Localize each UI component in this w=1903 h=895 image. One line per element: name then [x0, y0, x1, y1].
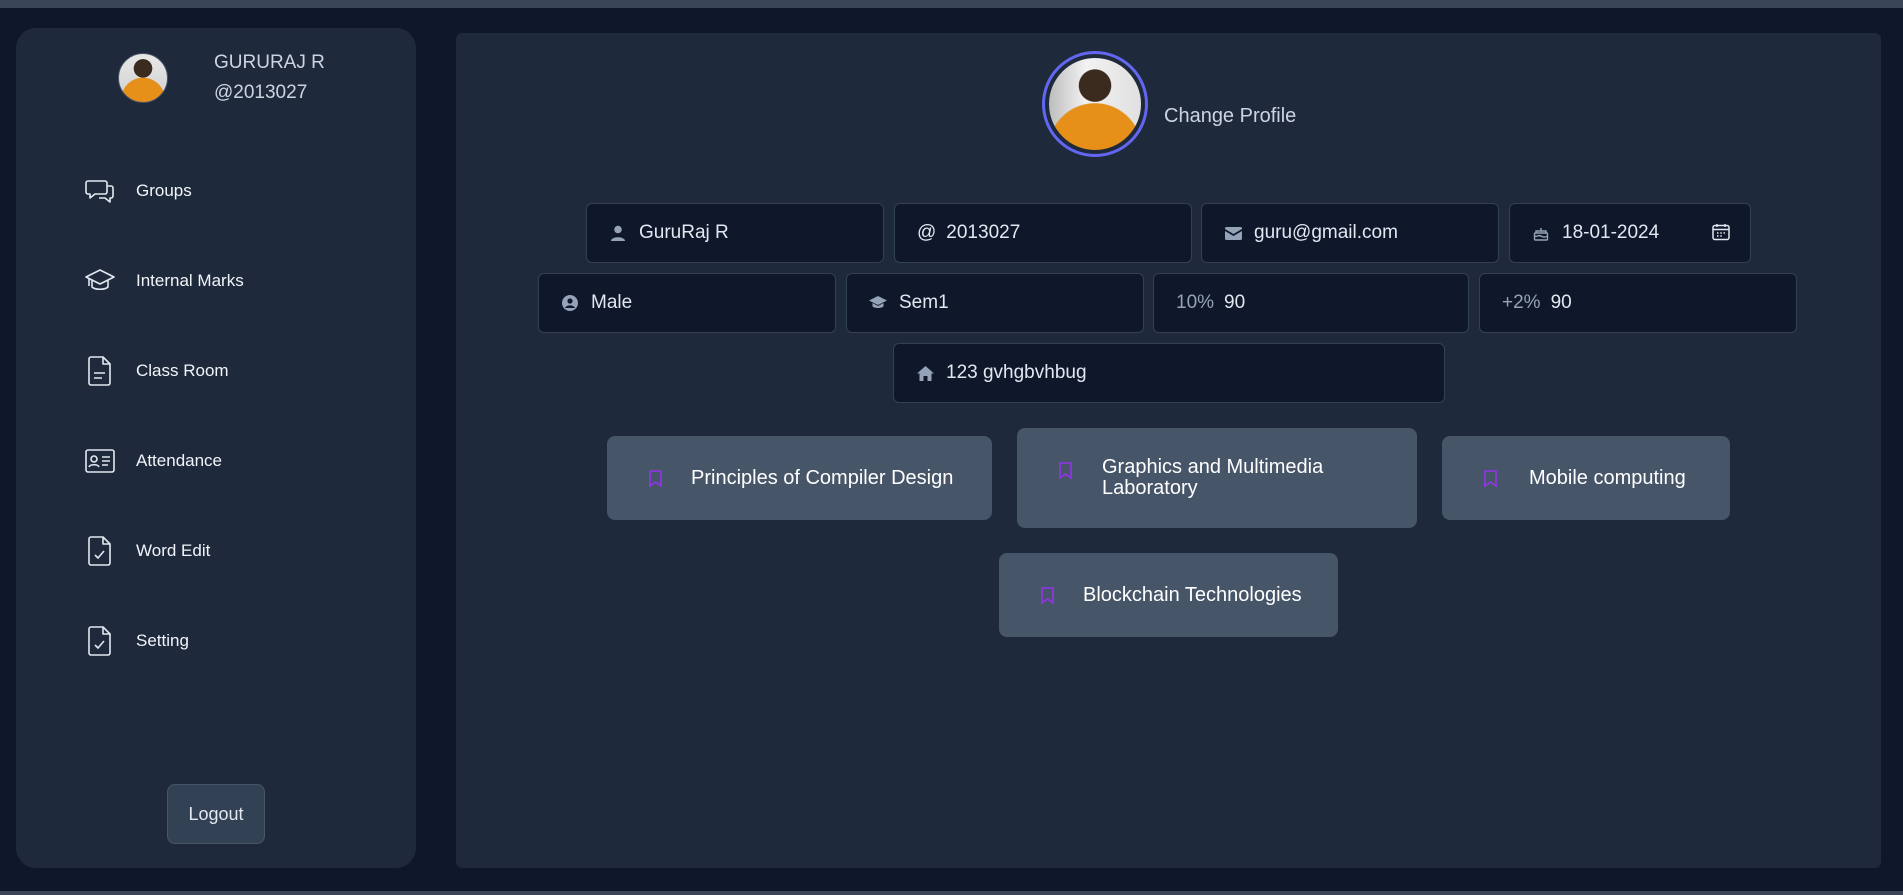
name-field[interactable]: GuruRaj R	[586, 203, 884, 263]
sidebar-item-attendance[interactable]: Attendance	[84, 441, 364, 481]
change-profile-link[interactable]: Change Profile	[1164, 105, 1296, 128]
username-field[interactable]: @ 2013027	[894, 203, 1192, 263]
tenth-prefix: 10%	[1176, 292, 1215, 313]
course-card[interactable]: Blockchain Technologies	[999, 553, 1338, 637]
bookmark-icon	[646, 469, 664, 487]
window-bottom-bar	[0, 891, 1903, 895]
user-circle-icon	[561, 294, 579, 312]
chat-bubbles-icon	[84, 175, 116, 207]
user-icon	[609, 224, 627, 242]
twelfth-prefix: +2%	[1502, 292, 1541, 313]
window-top-bar	[0, 0, 1903, 8]
sidebar-item-setting[interactable]: Setting	[84, 621, 364, 661]
sidebar-item-word-edit[interactable]: Word Edit	[84, 531, 364, 571]
address-field[interactable]: 123 gvhgbvhbug	[893, 343, 1445, 403]
course-title: Mobile computing	[1529, 466, 1686, 489]
sidebar-item-label: Attendance	[136, 451, 223, 470]
course-card[interactable]: Graphics and Multimedia Laboratory	[1017, 428, 1417, 528]
address-value: 123 gvhgbvhbug	[946, 362, 1087, 383]
id-card-icon	[84, 445, 116, 477]
name-value: GuruRaj R	[639, 222, 729, 243]
cake-icon	[1532, 224, 1550, 242]
dob-field[interactable]: 18-01-2024	[1509, 203, 1751, 263]
at-symbol: @	[917, 222, 937, 243]
profile-avatar[interactable]	[1042, 51, 1148, 157]
sidebar-item-internal-marks[interactable]: Internal Marks	[84, 261, 364, 301]
user-name: GURURAJ R	[214, 52, 325, 73]
profile-photo	[1049, 58, 1141, 150]
course-title: Principles of Compiler Design	[691, 466, 954, 489]
envelope-icon	[1224, 224, 1242, 242]
sidebar-item-label: Word Edit	[136, 541, 211, 560]
semester-value: Sem1	[899, 292, 949, 313]
semester-field[interactable]: Sem1	[846, 273, 1144, 333]
calendar-icon[interactable]	[1712, 223, 1730, 247]
tenth-score-field[interactable]: 10% 90	[1153, 273, 1469, 333]
user-handle: @2013027	[214, 82, 308, 103]
sidebar: GURURAJ R @2013027 Groups Internal Marks	[16, 28, 416, 868]
dob-value: 18-01-2024	[1562, 222, 1660, 243]
gender-value: Male	[591, 292, 633, 313]
tenth-score-value: 90	[1224, 292, 1246, 313]
file-check-icon	[84, 625, 116, 657]
sidebar-item-label: Class Room	[136, 361, 229, 380]
sidebar-item-label: Groups	[136, 181, 192, 200]
email-value: guru@gmail.com	[1254, 222, 1398, 243]
bookmark-icon	[1038, 586, 1056, 604]
file-check-icon	[84, 535, 116, 567]
sidebar-item-class-room[interactable]: Class Room	[84, 351, 364, 391]
username-value: 2013027	[946, 222, 1021, 243]
twelfth-score-value: 90	[1550, 292, 1572, 313]
course-title: Blockchain Technologies	[1083, 583, 1302, 606]
course-card[interactable]: Principles of Compiler Design	[607, 436, 992, 520]
gender-field[interactable]: Male	[538, 273, 836, 333]
document-icon	[84, 355, 116, 387]
course-card[interactable]: Mobile computing	[1442, 436, 1730, 520]
twelfth-score-field[interactable]: +2% 90	[1479, 273, 1797, 333]
bookmark-icon	[1056, 462, 1074, 479]
avatar[interactable]	[118, 53, 168, 103]
sidebar-item-groups[interactable]: Groups	[84, 171, 364, 211]
home-icon	[916, 364, 934, 382]
bookmark-icon	[1481, 469, 1499, 487]
graduation-cap-icon	[84, 265, 116, 297]
course-title: Graphics and Multimedia Laboratory	[1102, 456, 1324, 499]
logout-button[interactable]: Logout	[167, 784, 265, 844]
email-field[interactable]: guru@gmail.com	[1201, 203, 1499, 263]
sidebar-item-label: Setting	[136, 631, 189, 650]
sidebar-item-label: Internal Marks	[136, 271, 244, 290]
profile-panel: Change Profile GuruRaj R @ 2013027 guru@…	[456, 33, 1881, 868]
graduation-cap-icon	[869, 294, 887, 312]
